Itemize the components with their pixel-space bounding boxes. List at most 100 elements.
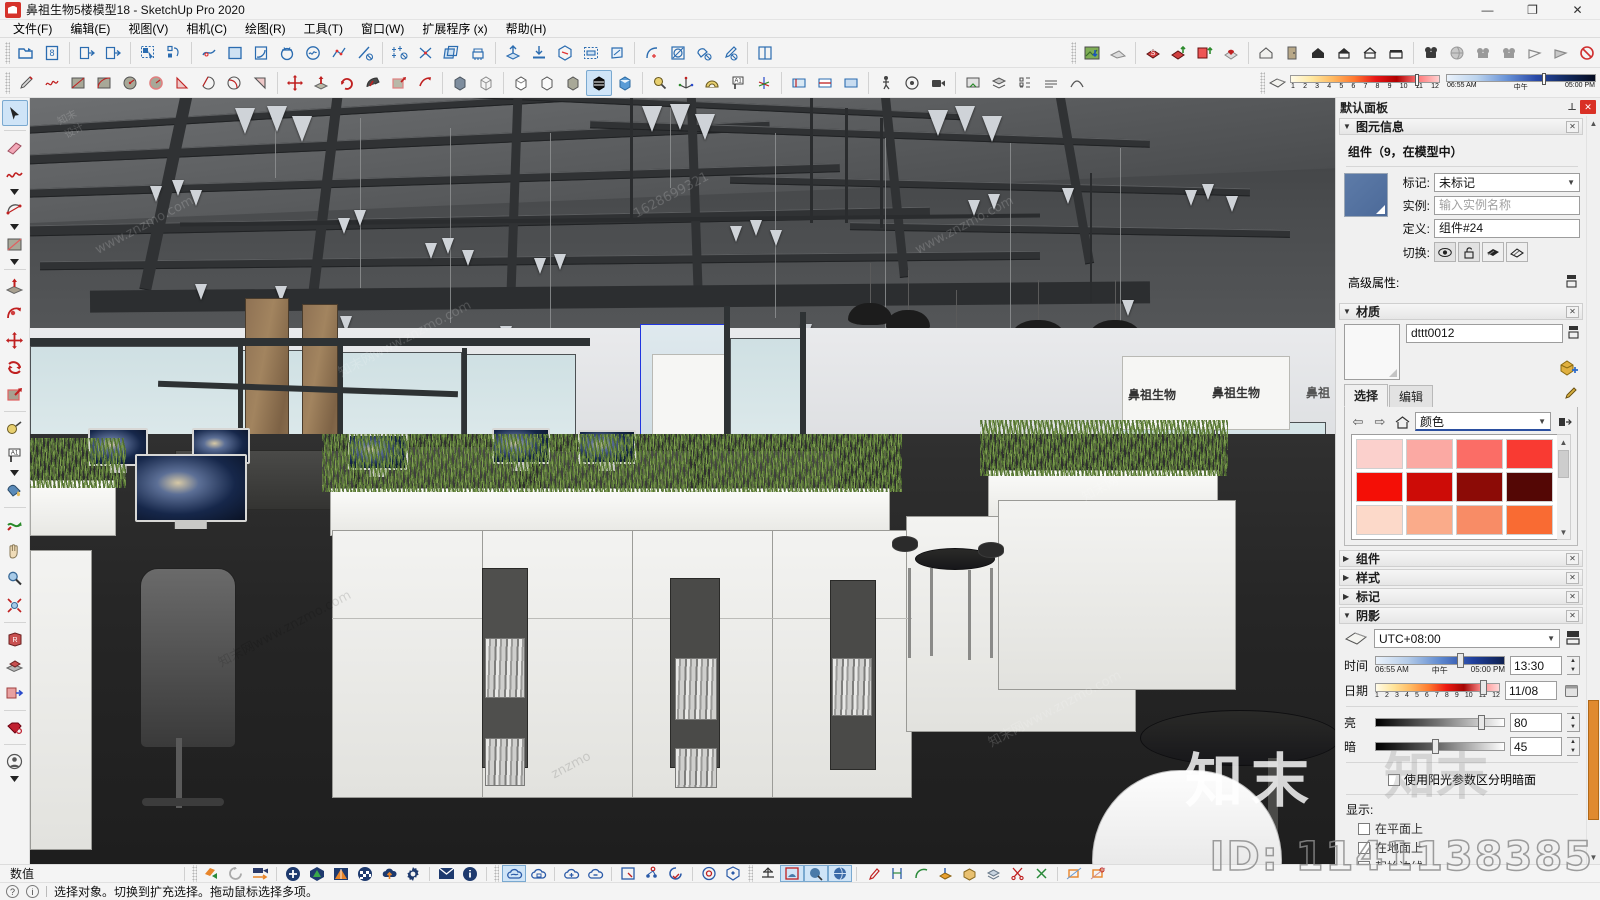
rotate-tool[interactable] — [2, 354, 28, 380]
tree-icon[interactable] — [305, 865, 329, 882]
checkbox-icon[interactable] — [1387, 773, 1400, 786]
make-component-icon[interactable] — [161, 40, 187, 66]
shadow-receive-icon[interactable] — [1506, 242, 1528, 262]
xray-icon[interactable] — [612, 70, 638, 96]
material-name-input[interactable]: dttt0012 — [1406, 324, 1563, 343]
add-circle-icon[interactable] — [281, 865, 305, 882]
account-tool[interactable] — [2, 748, 28, 774]
detail-arrow-icon[interactable] — [1555, 413, 1573, 431]
text-tool[interactable]: A1 — [2, 442, 28, 468]
color-swatch[interactable] — [1506, 472, 1553, 502]
section-styles[interactable]: ▶ 样式 ✕ — [1339, 569, 1583, 586]
purge-icon[interactable] — [465, 40, 491, 66]
time-spinner[interactable]: ▲ ▼ — [1567, 656, 1580, 675]
globe-blue-icon[interactable] — [828, 865, 853, 882]
paint-bucket-tool[interactable] — [2, 477, 28, 503]
component-tool[interactable]: R — [2, 626, 28, 652]
cloud-render-icon[interactable] — [502, 865, 527, 882]
help-circle-icon[interactable]: ? — [6, 885, 19, 898]
panel-scrollbar[interactable]: ▲ ▼ — [1586, 116, 1600, 864]
date-slider[interactable] — [1375, 680, 1500, 695]
tag-select[interactable]: 未标记 ▼ — [1434, 173, 1580, 192]
outliner-icon[interactable] — [1012, 70, 1038, 96]
box-cut-icon[interactable] — [552, 40, 578, 66]
circle-wave-icon[interactable] — [300, 40, 326, 66]
color-swatch[interactable] — [1506, 439, 1553, 469]
info-circle-icon[interactable] — [458, 865, 482, 882]
refresh-check-icon[interactable] — [664, 865, 688, 882]
expand-details-icon[interactable] — [1565, 274, 1578, 291]
pie-icon[interactable] — [195, 70, 221, 96]
account-dropdown-caret-icon[interactable] — [3, 775, 27, 783]
close-icon[interactable]: ✕ — [1566, 120, 1579, 133]
shadow-cast-icon[interactable] — [1482, 242, 1504, 262]
info-circle-icon[interactable]: i — [26, 885, 39, 898]
axes-icon[interactable] — [673, 70, 699, 96]
scene-update-icon[interactable] — [960, 70, 986, 96]
arc-dropdown-caret-icon[interactable] — [3, 223, 27, 231]
selection-box-icon[interactable] — [578, 40, 604, 66]
antenna-icon[interactable] — [756, 865, 780, 882]
geo-location-icon[interactable] — [1079, 40, 1105, 66]
section-entity-info[interactable]: ▼ 图元信息 ✕ — [1339, 118, 1583, 135]
light-slider[interactable] — [1375, 715, 1505, 730]
display-option-faces[interactable]: 在平面上 — [1358, 820, 1580, 837]
material-library-select[interactable]: 颜色 ▼ — [1415, 412, 1551, 431]
layers-icon[interactable] — [986, 70, 1012, 96]
close-icon[interactable]: ✕ — [1580, 100, 1596, 114]
section-tags[interactable]: ▶ 标记 ✕ — [1339, 588, 1583, 605]
cut-icon[interactable] — [1029, 865, 1053, 882]
new-page-icon[interactable]: 8 — [39, 40, 65, 66]
softening-icon[interactable] — [1064, 70, 1090, 96]
import-icon[interactable] — [74, 40, 100, 66]
blank-face-icon[interactable] — [534, 70, 560, 96]
light-value-input[interactable]: 80 — [1510, 713, 1562, 732]
polyline-icon[interactable] — [326, 40, 352, 66]
tab-select[interactable]: 选择 — [1344, 384, 1389, 407]
arc-face-icon[interactable] — [248, 40, 274, 66]
text-icon[interactable]: A1 — [725, 70, 751, 96]
shaded-icon[interactable] — [447, 70, 473, 96]
paint-disable-icon[interactable] — [691, 40, 717, 66]
curve-icon[interactable] — [909, 865, 933, 882]
pencil-icon[interactable] — [13, 70, 39, 96]
face-edit-icon[interactable] — [604, 40, 630, 66]
fog-icon[interactable] — [1038, 70, 1064, 96]
pushpull-icon[interactable] — [308, 70, 334, 96]
freehand-tool[interactable] — [2, 161, 28, 187]
section-shadows[interactable]: ▼ 阴影 ✕ — [1339, 607, 1583, 624]
section-components[interactable]: ▶ 组件 ✕ — [1339, 550, 1583, 567]
cloud-lock-icon[interactable] — [526, 865, 550, 882]
text-dropdown-caret-icon[interactable] — [3, 469, 27, 477]
extension-3-icon[interactable] — [1192, 40, 1218, 66]
zoom-extents-tool[interactable] — [2, 592, 28, 618]
weld-icon[interactable] — [274, 40, 300, 66]
shaded-texture-icon[interactable] — [560, 70, 586, 96]
shadow-display-icon[interactable] — [1566, 630, 1580, 648]
create-material-icon[interactable] — [1558, 357, 1580, 380]
toolbar-grip[interactable] — [192, 865, 198, 882]
house-2-icon[interactable] — [1305, 40, 1331, 66]
color-swatch[interactable] — [1406, 472, 1453, 502]
toolbar-grip[interactable] — [748, 865, 754, 882]
chevron-down-icon[interactable]: ▼ — [1557, 525, 1570, 539]
pin-icon[interactable]: ⊥ — [1564, 100, 1580, 114]
crop-red-icon[interactable] — [780, 865, 805, 882]
section-fill-icon[interactable] — [838, 70, 864, 96]
light-1-icon[interactable] — [1522, 40, 1548, 66]
monochrome-icon[interactable] — [586, 69, 612, 96]
intersect-icon[interactable] — [413, 40, 439, 66]
node-icon[interactable] — [640, 865, 664, 882]
line-disable-icon[interactable] — [352, 40, 378, 66]
rectangle-icon[interactable] — [222, 40, 248, 66]
refresh-icon[interactable] — [224, 865, 248, 882]
polygon-icon[interactable] — [247, 70, 273, 96]
menu-edit[interactable]: 编辑(E) — [61, 19, 119, 38]
point-grid-icon[interactable] — [387, 40, 413, 66]
unlock-icon[interactable] — [1458, 242, 1480, 262]
select-all-icon[interactable] — [135, 40, 161, 66]
positioncam-icon[interactable] — [925, 70, 951, 96]
copy-faces-icon[interactable] — [439, 40, 465, 66]
time-value-input[interactable]: 13:30 — [1510, 656, 1562, 675]
followme-tool[interactable] — [2, 300, 28, 326]
